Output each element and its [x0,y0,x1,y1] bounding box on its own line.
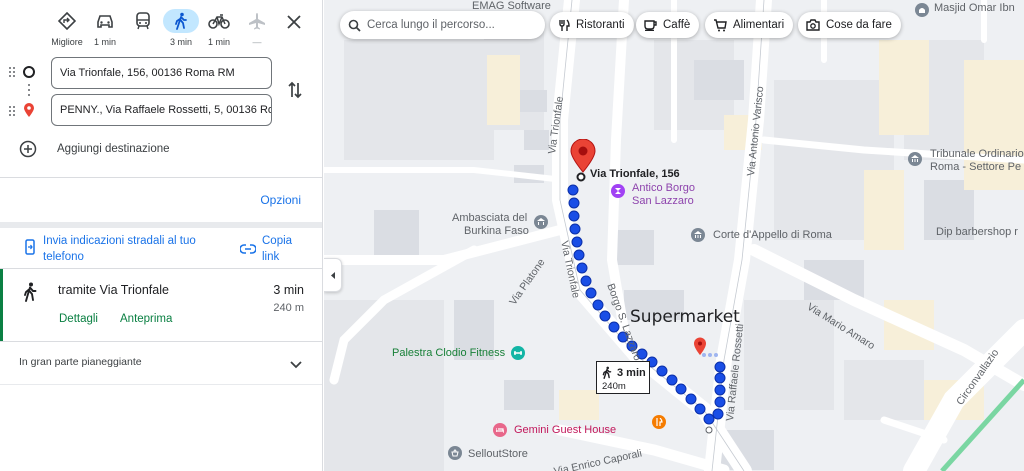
walking-icon [163,9,199,33]
chip-cafes[interactable]: Caffè [636,12,700,38]
courthouse-icon[interactable] [691,228,705,242]
place-label: Palestra Clodio Fitness [392,347,506,359]
place-label: Antico Borgo [632,182,695,194]
close-icon [287,15,301,29]
details-button[interactable]: Dettagli [59,313,98,325]
origin-marker-icon [23,66,35,78]
restaurant-icon [558,19,570,32]
camera-icon [806,19,820,31]
route-title: tramite Via Trionfale [58,283,169,297]
add-destination-button[interactable]: Aggiungi destinazione [19,138,170,160]
options-button[interactable]: Opzioni [260,193,301,207]
drag-handle-icon[interactable] [9,67,15,77]
chip-label: Caffè [663,19,691,31]
map-base [324,0,1024,471]
transit-icon [130,10,156,32]
destination-input[interactable]: PENNY., Via Raffaele Rossetti, 5, 00136 … [51,94,272,126]
landmark-icon[interactable] [611,184,625,198]
route-connector [28,84,31,99]
restaurant-icon[interactable] [652,415,666,429]
directions-panel: Migliore 1 min 3 min 1 min — Via Trionfa… [0,0,323,471]
gym-icon[interactable] [511,346,525,360]
chip-label: Alimentari [733,19,785,31]
add-destination-label: Aggiungi destinazione [57,143,170,155]
route-tooltip[interactable]: 3 min 240m [596,361,650,394]
place-label: Tribunale Ordinario [930,148,1024,160]
swap-button[interactable] [283,78,307,102]
chip-label: Cose da fare [826,19,892,31]
chevron-down-icon [290,356,302,374]
courthouse-icon[interactable] [908,152,922,166]
mosque-icon[interactable] [915,3,929,17]
walking-icon [23,282,37,307]
destination-pin-icon [23,103,35,123]
search-along-route[interactable] [340,11,545,39]
place-label: San Lazzaro [632,195,694,207]
best-route-icon [54,10,80,32]
divider [0,384,322,385]
search-input[interactable] [367,19,527,31]
link-icon [239,241,257,259]
supermarket-annotation: Supermarket [630,307,740,327]
collapse-panel-button[interactable] [324,258,342,292]
map-canvas[interactable]: Ristoranti Caffè Alimentari Cose da fare… [324,0,1024,471]
car-icon [92,10,118,32]
send-to-phone-link[interactable]: Invia indicazioni stradali al tuo telefo… [43,233,223,265]
place-label: Gemini Guest House [514,424,617,436]
search-icon [348,19,361,32]
bicycle-icon [206,10,232,32]
place-label: Roma - Settore Pe [930,161,1022,173]
tooltip-distance: 240m [602,381,626,392]
place-label: SelloutStore [468,448,528,460]
mode-label: — [252,37,262,47]
swap-icon [288,81,302,99]
flight-icon [244,10,270,32]
hotel-icon[interactable] [493,423,507,437]
chip-restaurants[interactable]: Ristoranti [550,12,634,38]
embassy-icon[interactable] [534,215,548,229]
destination-pin-icon[interactable] [693,337,707,361]
coffee-icon [644,19,657,31]
cart-icon [713,18,727,32]
chip-groceries[interactable]: Alimentari [705,12,794,38]
travel-mode-selector: Migliore 1 min 3 min 1 min — [48,6,318,52]
terrain-note: In gran parte pianeggiante [19,356,142,368]
route-duration: 3 min [273,283,304,297]
place-label: Corte d'Appello di Roma [713,229,832,241]
mode-driving[interactable]: 1 min [86,6,124,50]
place-label: Ambasciata del [452,212,528,224]
origin-label: Via Trionfale, 156 [590,168,680,180]
copy-link-button[interactable]: Copia link [262,233,312,265]
shop-icon[interactable] [448,446,462,460]
mode-flight[interactable]: — [238,6,276,50]
place-label: EMAG Software [472,0,551,12]
chip-things-to-do[interactable]: Cose da fare [798,12,901,38]
route-option-card[interactable]: tramite Via Trionfale 3 min 240 m Dettag… [0,269,322,341]
preview-button[interactable]: Anteprima [120,313,172,325]
divider [0,177,322,178]
origin-input[interactable]: Via Trionfale, 156, 00136 Roma RM [51,57,272,89]
place-label: Masjid Omar Ibn [934,2,1015,14]
mode-label: 1 min [93,37,116,47]
place-label: Burkina Faso [464,225,529,237]
add-circle-icon [19,140,37,158]
terrain-info-row[interactable]: In gran parte pianeggiante [0,342,322,384]
share-row: Invia indicazioni stradali al tuo telefo… [0,228,322,268]
close-directions-button[interactable] [282,10,306,34]
tooltip-duration: 3 min [617,367,646,379]
place-label: Dip barbershop r [936,226,1018,238]
route-distance: 240 m [273,302,304,314]
chevron-left-icon [330,271,335,279]
chip-label: Ristoranti [576,19,625,31]
origin-ring-icon [576,169,586,187]
drag-handle-icon[interactable] [9,106,15,116]
phone-icon [25,239,35,260]
